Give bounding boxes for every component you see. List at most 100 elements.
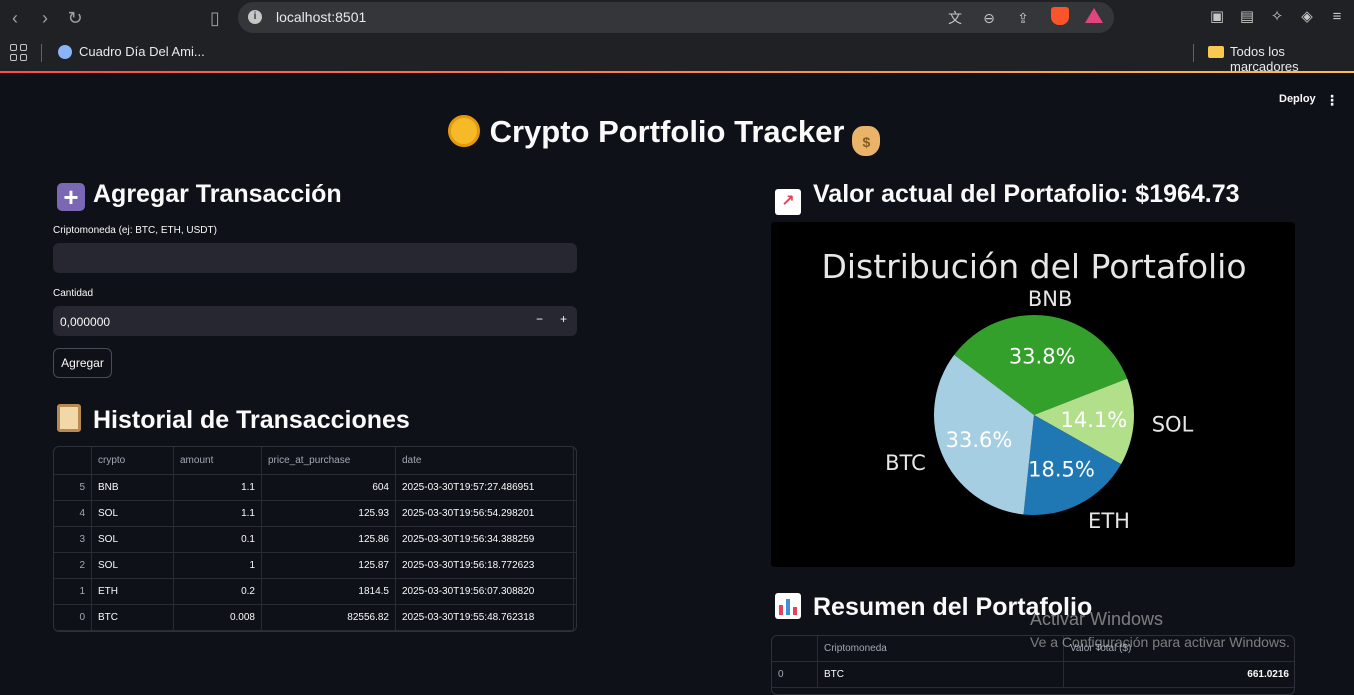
table-row[interactable]: 4 SOL 1.1 125.93 2025-03-30T19:56:54.298201 (54, 501, 576, 527)
url-text[interactable]: localhost:8501 (276, 9, 366, 25)
bookmark-item[interactable]: Cuadro Día Del Ami... (79, 44, 205, 59)
pie-category-label: BNB (1028, 287, 1073, 311)
row-index[interactable]: 2 (54, 553, 92, 579)
vpn-icon[interactable]: ◈ (1298, 8, 1316, 26)
share-icon[interactable]: ⇪ (1014, 9, 1032, 27)
increment-button[interactable]: + (560, 312, 567, 326)
pie-chart: Distribución del Portafolio 33.8% BNB 14.1%… (771, 222, 1295, 567)
cell-date[interactable]: 2025-03-30T19:56:34.388259 (396, 527, 574, 553)
apps-grid-icon[interactable] (10, 44, 28, 62)
bookmark-folder[interactable]: Todos los marcadores (1230, 44, 1354, 74)
column-header[interactable]: Criptomoneda (818, 636, 1064, 662)
column-header[interactable]: price_at_purchase (262, 447, 396, 475)
pie-percent-label: 18.5% (1028, 457, 1095, 481)
brave-shields-icon[interactable] (1051, 7, 1069, 25)
cell-crypto[interactable]: SOL (92, 501, 174, 527)
cell-crypto[interactable]: SOL (92, 527, 174, 553)
table-row[interactable]: 3 SOL 0.1 125.86 2025-03-30T19:56:34.388259 (54, 527, 576, 553)
wallet-icon[interactable]: ▤ (1238, 8, 1256, 26)
table-row[interactable]: 0 BTC 661.0216 (772, 662, 1294, 688)
column-header[interactable]: amount (174, 447, 262, 475)
bookmark-icon[interactable]: ▯ (205, 8, 225, 28)
cell-amount[interactable]: 1.1 (174, 475, 262, 501)
cell-price[interactable]: 125.87 (262, 553, 396, 579)
cell-price[interactable]: 82556.82 (262, 605, 396, 631)
brave-rewards-icon[interactable] (1085, 8, 1103, 23)
add-button[interactable]: Agregar (53, 348, 112, 378)
quantity-stepper[interactable]: 0,000000 − + (53, 306, 577, 336)
browser-chrome: ‹ › ↻ ▯ i localhost:8501 文 ⊖ ⇪ ▣ ▤ ✧ ◈ ≡… (0, 0, 1354, 74)
main-menu-icon[interactable]: ⋮ (1325, 92, 1339, 109)
cell-date[interactable]: 2025-03-30T19:55:48.762318 (396, 605, 574, 631)
cell-amount[interactable]: 0.1 (174, 527, 262, 553)
cell-price[interactable]: 604 (262, 475, 396, 501)
column-header[interactable] (54, 447, 92, 475)
leo-ai-icon[interactable]: ✧ (1268, 8, 1286, 26)
reload-icon[interactable]: ↻ (65, 8, 85, 28)
crypto-input[interactable] (53, 243, 577, 273)
translate-icon[interactable]: 文 (946, 9, 964, 27)
cell-amount[interactable]: 0.008 (174, 605, 262, 631)
globe-icon (58, 45, 72, 59)
row-index[interactable]: 0 (54, 605, 92, 631)
folder-icon (1208, 46, 1224, 58)
cell-crypto[interactable]: SOL (92, 553, 174, 579)
cell-value[interactable]: 661.0216 (1064, 662, 1294, 688)
quantity-value[interactable]: 0,000000 (60, 315, 110, 329)
cell-crypto[interactable]: ETH (92, 579, 174, 605)
cell-date[interactable]: 2025-03-30T19:56:54.298201 (396, 501, 574, 527)
back-icon[interactable]: ‹ (5, 8, 25, 28)
add-transaction-heading-text: Agregar Transacción (93, 180, 342, 208)
streamlit-header-line (0, 71, 1354, 73)
table-row[interactable]: 2 SOL 1 125.87 2025-03-30T19:56:18.772623 (54, 553, 576, 579)
portfolio-value-heading: ↗ Valor actual del Portafolio: $1964.73 (775, 180, 1240, 215)
page-title-text: Crypto Portfolio Tracker (489, 114, 845, 149)
pie-category-label: BTC (885, 451, 926, 475)
cell-date[interactable]: 2025-03-30T19:56:18.772623 (396, 553, 574, 579)
cell-crypto[interactable]: BTC (92, 605, 174, 631)
table-row[interactable]: 5 BNB 1.1 604 2025-03-30T19:57:27.486951 (54, 475, 576, 501)
cell-crypto[interactable]: BNB (92, 475, 174, 501)
bookmarks-bar: Cuadro Día Del Ami... Todos los marcador… (0, 36, 1354, 74)
cell-price[interactable]: 1814.5 (262, 579, 396, 605)
cell-crypto[interactable]: BTC (818, 662, 1064, 688)
cell-date[interactable]: 2025-03-30T19:56:07.308820 (396, 579, 574, 605)
forward-icon[interactable]: › (35, 8, 55, 28)
page-title: Crypto Portfolio Tracker $ (0, 114, 1328, 156)
column-header[interactable]: crypto (92, 447, 174, 475)
crypto-label: Criptomoneda (ej: BTC, ETH, USDT) (53, 225, 217, 236)
site-info-icon[interactable]: i (248, 10, 262, 24)
transactions-table[interactable]: crypto amount price_at_purchase date 5 BNB 1.1… (53, 446, 577, 632)
deploy-button[interactable]: Deploy (1279, 93, 1316, 105)
cell-amount[interactable]: 0.2 (174, 579, 262, 605)
portfolio-value-text: Valor actual del Portafolio: $1964.73 (813, 180, 1240, 208)
bookmarks-separator (41, 44, 42, 62)
browser-toolbar: ‹ › ↻ ▯ i localhost:8501 文 ⊖ ⇪ ▣ ▤ ✧ ◈ ≡ (0, 0, 1354, 36)
pie-category-label: ETH (1088, 509, 1130, 533)
cell-amount[interactable]: 1.1 (174, 501, 262, 527)
row-index[interactable]: 1 (54, 579, 92, 605)
table-row[interactable]: 0 BTC 0.008 82556.82 2025-03-30T19:55:48.762… (54, 605, 576, 631)
zoom-icon[interactable]: ⊖ (980, 9, 998, 27)
history-heading-text: Historial de Transacciones (93, 406, 410, 434)
pie-chart-svg: Distribución del Portafolio 33.8% BNB 14.1%… (821, 247, 1246, 533)
column-header[interactable] (772, 636, 818, 662)
cell-amount[interactable]: 1 (174, 553, 262, 579)
row-index[interactable]: 0 (772, 662, 818, 688)
row-index[interactable]: 3 (54, 527, 92, 553)
table-row[interactable]: 1 ETH 0.2 1814.5 2025-03-30T19:56:07.308820 (54, 579, 576, 605)
menu-icon[interactable]: ≡ (1328, 8, 1346, 26)
cell-price[interactable]: 125.93 (262, 501, 396, 527)
address-bar[interactable]: i localhost:8501 文 ⊖ ⇪ (238, 2, 1114, 33)
cell-date[interactable]: 2025-03-30T19:57:27.486951 (396, 475, 574, 501)
column-header[interactable]: date (396, 447, 574, 475)
chart-title: Distribución del Portafolio (821, 247, 1246, 286)
row-index[interactable]: 5 (54, 475, 92, 501)
decrement-button[interactable]: − (536, 312, 543, 326)
row-index[interactable]: 4 (54, 501, 92, 527)
pie-category-label: SOL (1152, 412, 1194, 436)
cell-price[interactable]: 125.86 (262, 527, 396, 553)
sidebar-icon[interactable]: ▣ (1208, 8, 1226, 26)
windows-watermark-subtitle: Ve a Configuración para activar Windows. (1030, 634, 1290, 650)
bookmarks-separator (1193, 44, 1194, 62)
